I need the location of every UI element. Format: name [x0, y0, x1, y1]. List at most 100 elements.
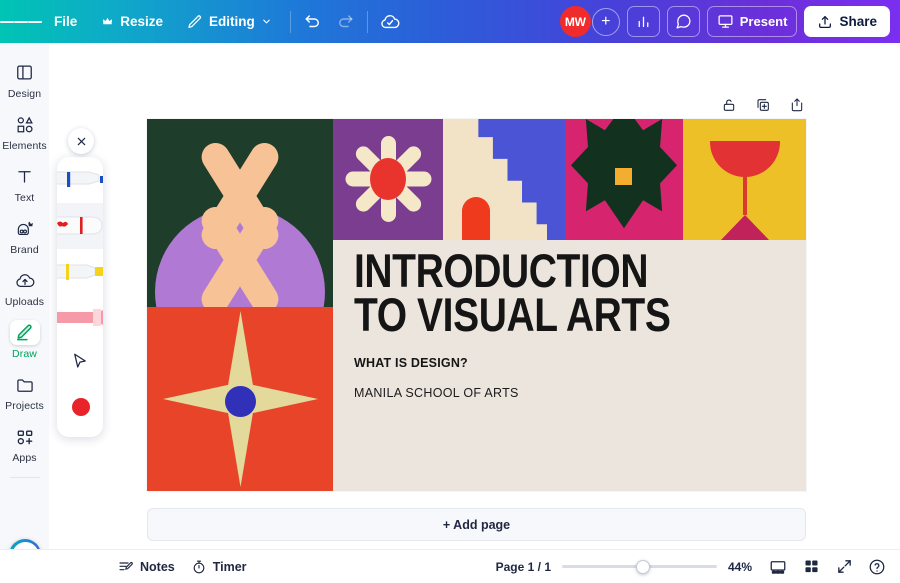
- art-strip: [333, 119, 806, 240]
- art-panel-stepped-wave-arch: [443, 119, 565, 240]
- zoom-level-label: 44%: [728, 559, 753, 574]
- bottom-toolbar-right: Page 1 / 1 44%: [496, 556, 888, 578]
- wave-shape: [443, 119, 547, 240]
- tool-eraser-pink[interactable]: [57, 295, 103, 341]
- apps-grid-icon: [10, 424, 40, 449]
- slide-text-block[interactable]: INTRODUCTION TO VISUAL ARTS WHAT IS DESI…: [354, 244, 784, 401]
- sidebar-item-label: Uploads: [4, 296, 45, 308]
- sidebar-item-design[interactable]: Design: [0, 53, 49, 105]
- tool-pen-blue[interactable]: [57, 157, 103, 203]
- timer-label: Timer: [212, 559, 247, 574]
- sidebar-item-elements[interactable]: Elements: [0, 105, 49, 157]
- tool-pen-red[interactable]: [57, 203, 103, 249]
- sidebar-item-label: Brand: [10, 244, 39, 256]
- help-button[interactable]: [866, 556, 888, 578]
- redo-button[interactable]: [329, 7, 361, 37]
- avatar[interactable]: MW: [559, 6, 591, 37]
- top-toolbar-left: File Resize Editing: [0, 0, 406, 43]
- tool-highlighter-yellow[interactable]: [57, 249, 103, 295]
- undo-button[interactable]: [297, 7, 329, 37]
- draw-pen-icon: [9, 320, 40, 345]
- pencil-icon: [188, 14, 202, 28]
- expand-icon: [837, 560, 851, 573]
- resize-label: Resize: [120, 14, 164, 29]
- tool-select-cursor[interactable]: [57, 341, 103, 387]
- presentation-icon: [718, 15, 733, 28]
- cloud-saved-button[interactable]: [374, 7, 406, 37]
- editing-label: Editing: [209, 14, 255, 29]
- sidebar-item-label: Projects: [5, 400, 44, 412]
- sidebar-item-label: Draw: [12, 348, 37, 360]
- avatar-initials: MW: [564, 14, 586, 29]
- duplicate-page-button[interactable]: [752, 94, 774, 116]
- slide-organization: MANILA SCHOOL OF ARTS: [354, 386, 519, 401]
- bottom-toolbar: Notes Timer Page 1 / 1 44%: [0, 549, 900, 583]
- daisy-center: [370, 158, 406, 200]
- brand-crown-icon: [10, 216, 40, 241]
- redo-icon: [338, 14, 353, 27]
- art-panel-daisy-flower: [333, 119, 443, 240]
- top-toolbar: File Resize Editing MW + Present Share: [0, 0, 900, 43]
- goblet-foot: [720, 215, 770, 240]
- bar-chart-icon: [638, 16, 649, 28]
- upload-cloud-icon: [10, 268, 40, 293]
- folder-icon: [10, 372, 40, 397]
- page-view-icon: [770, 560, 786, 574]
- fullscreen-button[interactable]: [833, 556, 855, 578]
- timer-button[interactable]: Timer: [183, 556, 255, 578]
- lock-page-button[interactable]: [718, 94, 740, 116]
- share-label: Share: [839, 14, 877, 29]
- notes-button[interactable]: Notes: [110, 556, 183, 578]
- notes-label: Notes: [140, 559, 175, 574]
- elements-shapes-icon: [10, 112, 40, 137]
- slide-title-line1: INTRODUCTION: [354, 244, 649, 297]
- add-collaborator-button[interactable]: +: [591, 7, 620, 36]
- sidebar-item-brand[interactable]: Brand: [0, 209, 49, 261]
- add-page-icon: [791, 98, 803, 112]
- share-button[interactable]: Share: [804, 6, 890, 37]
- chevron-down-icon: [262, 19, 270, 24]
- tool-color-swatch[interactable]: [57, 387, 103, 433]
- eraser-icon: [57, 309, 103, 326]
- zoom-slider[interactable]: [562, 559, 717, 574]
- file-menu-label: File: [54, 14, 78, 29]
- color-dot-icon: [72, 398, 90, 416]
- star-center: [225, 386, 256, 417]
- add-page-button[interactable]: + Add page: [147, 508, 806, 541]
- sidebar-item-uploads[interactable]: Uploads: [0, 261, 49, 313]
- sidebar-item-projects[interactable]: Projects: [0, 365, 49, 417]
- text-t-icon: [10, 164, 40, 189]
- present-button[interactable]: Present: [706, 6, 798, 37]
- close-draw-panel-button[interactable]: [68, 128, 94, 154]
- toolbar-divider-2: [366, 10, 368, 33]
- page-view-button[interactable]: [767, 556, 789, 578]
- sidebar-item-label: Text: [14, 192, 35, 204]
- slide-canvas[interactable]: INTRODUCTION TO VISUAL ARTS WHAT IS DESI…: [147, 119, 806, 491]
- add-collaborator-label: +: [601, 12, 611, 30]
- canva-editor-window: File Resize Editing MW + Present Share D…: [0, 0, 900, 583]
- zoom-slider-knob[interactable]: [636, 559, 651, 574]
- tool-stroke-weight[interactable]: [57, 433, 103, 437]
- resize-button[interactable]: Resize: [91, 7, 173, 37]
- sidebar-item-apps[interactable]: Apps: [0, 417, 49, 469]
- add-page-icon-button[interactable]: [786, 94, 808, 116]
- goblet-bowl: [710, 141, 780, 177]
- sidebar-item-draw[interactable]: Draw: [0, 313, 49, 365]
- close-x-icon: [77, 137, 85, 145]
- file-menu-button[interactable]: File: [44, 7, 87, 37]
- sidebar-item-label: Apps: [12, 452, 37, 464]
- art-panel-crossed-batons-dome: [147, 119, 333, 307]
- comment-button[interactable]: [666, 6, 700, 37]
- grid-view-button[interactable]: [800, 556, 822, 578]
- timer-icon: [193, 560, 205, 573]
- hamburger-icon[interactable]: [0, 0, 42, 43]
- sidebar-item-text[interactable]: Text: [0, 157, 49, 209]
- art-panel-red-goblet: [683, 119, 806, 240]
- help-circle-icon: [869, 559, 885, 574]
- sidebar-item-label: Design: [7, 88, 42, 100]
- editing-mode-button[interactable]: Editing: [177, 7, 282, 37]
- share-upload-icon: [819, 15, 832, 28]
- marker-pen-icon: [57, 171, 103, 187]
- notes-icon: [119, 561, 133, 570]
- insights-button[interactable]: [626, 6, 660, 37]
